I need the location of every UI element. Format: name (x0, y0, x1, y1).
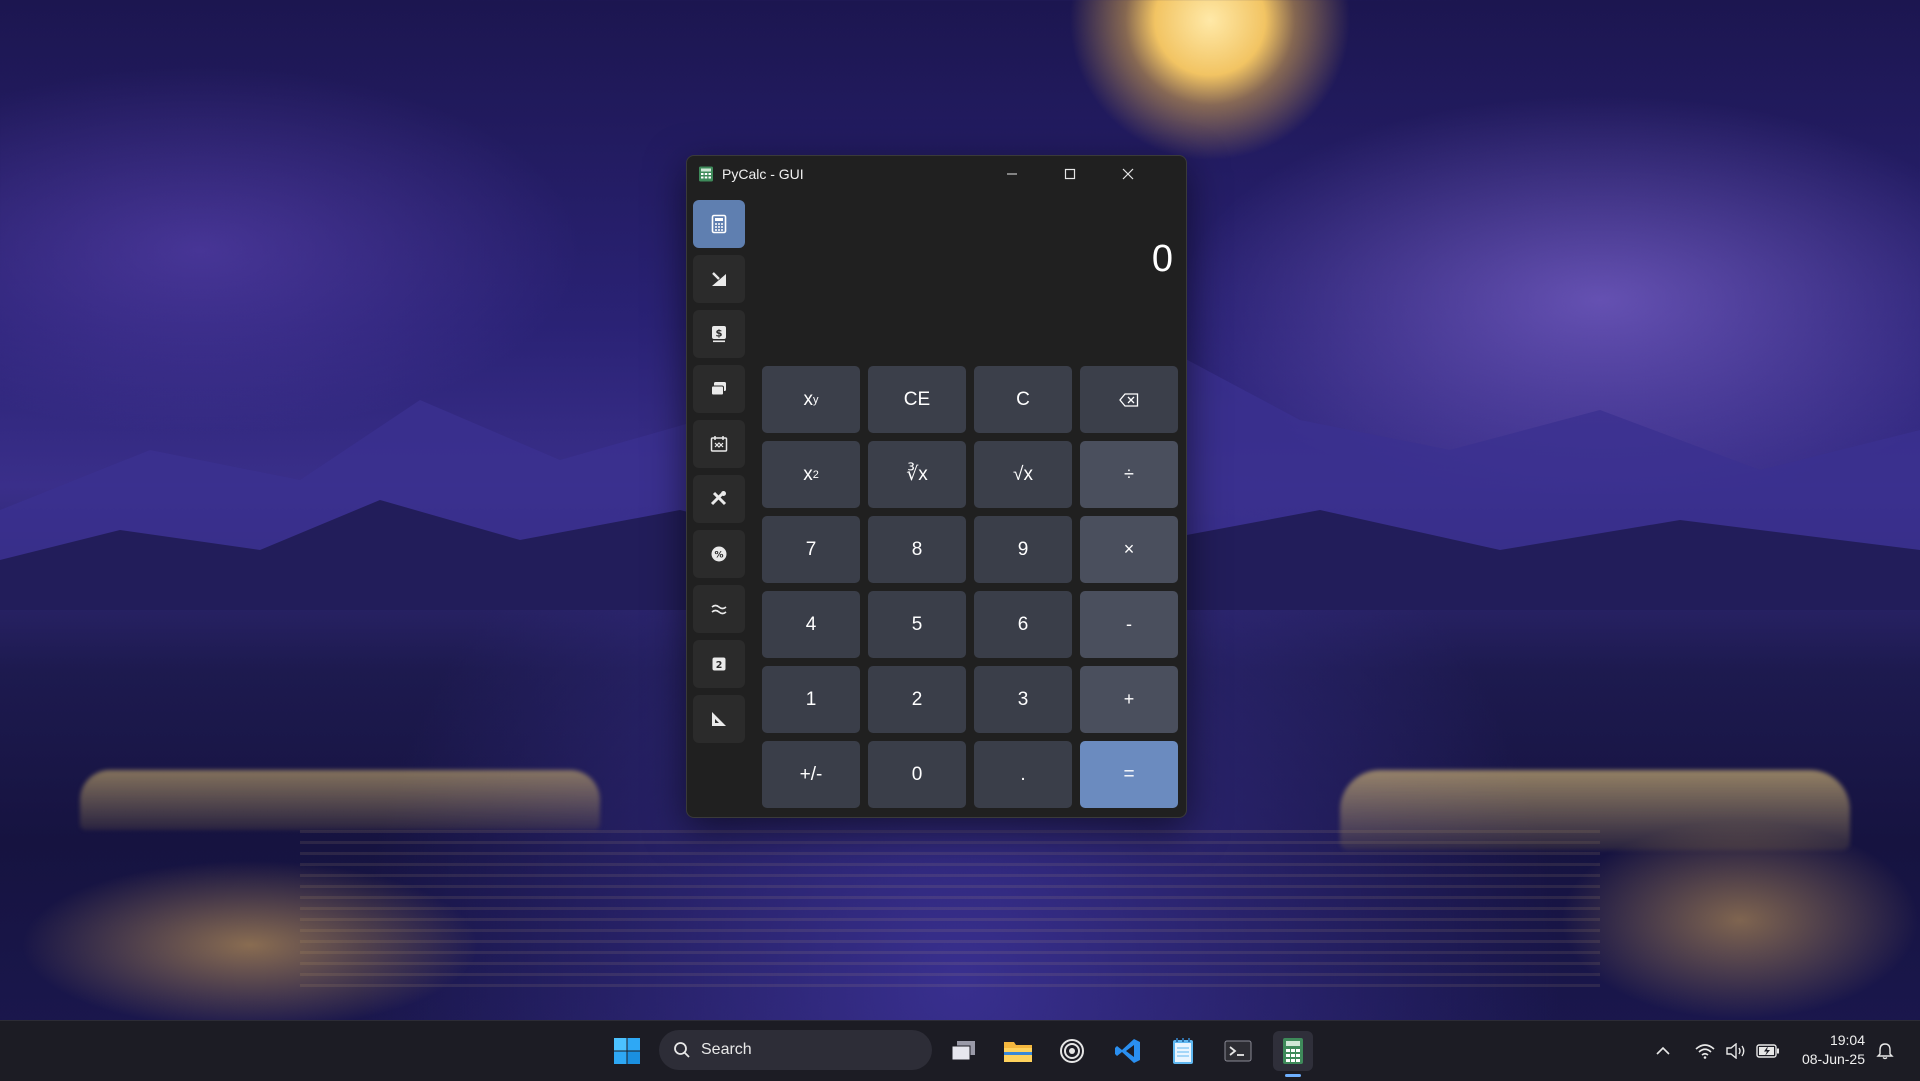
sidebar-item-tools[interactable] (693, 475, 745, 523)
power-button[interactable]: xy (762, 366, 860, 433)
calculator-icon (711, 214, 727, 234)
backspace-icon (1119, 392, 1139, 407)
copilot-button[interactable] (1052, 1031, 1092, 1071)
clock-time: 19:04 (1829, 1032, 1865, 1048)
sidebar-item-standard-calculator[interactable] (693, 200, 745, 248)
tray-overflow-button[interactable] (1655, 1021, 1671, 1081)
title-bar[interactable]: PyCalc - GUI (687, 156, 1186, 192)
pycalc-app-icon (699, 166, 713, 182)
taskbar-search[interactable]: Search (659, 1030, 932, 1070)
number-box-icon: 2 (712, 657, 726, 671)
dollar-icon: $ (712, 326, 726, 343)
task-view-button[interactable] (944, 1031, 984, 1071)
taskbar-clock[interactable]: 19:04 08-Jun-25 (1785, 1031, 1865, 1069)
percent-gear-icon: % (711, 546, 727, 562)
result-display: 0 (1151, 238, 1173, 280)
bell-icon (1876, 1043, 1894, 1060)
search-placeholder: Search (701, 1041, 752, 1058)
window-title: PyCalc - GUI (722, 166, 804, 182)
sidebar-item-geometry[interactable] (693, 695, 745, 743)
digit-2-button[interactable]: 2 (868, 666, 966, 733)
digit-5-button[interactable]: 5 (868, 591, 966, 658)
add-button[interactable]: + (1080, 666, 1178, 733)
file-explorer-button[interactable] (998, 1031, 1038, 1071)
battery-charging-icon (1756, 1044, 1779, 1058)
chevron-up-icon (1656, 1046, 1670, 1055)
tools-icon (710, 491, 727, 506)
wifi-icon (1695, 1044, 1715, 1059)
copilot-icon (1060, 1039, 1084, 1063)
vscode-button[interactable] (1108, 1031, 1148, 1071)
wallpaper-water (300, 830, 1600, 990)
digit-0-button[interactable]: 0 (868, 741, 966, 808)
start-button[interactable] (607, 1031, 647, 1071)
clear-button[interactable]: C (974, 366, 1072, 433)
close-button[interactable] (1099, 156, 1157, 192)
clear-entry-button[interactable]: CE (868, 366, 966, 433)
digit-6-button[interactable]: 6 (974, 591, 1072, 658)
decimal-button[interactable]: . (974, 741, 1072, 808)
divide-button[interactable]: ÷ (1080, 441, 1178, 508)
volume-icon (1726, 1043, 1745, 1059)
minimize-button[interactable] (983, 156, 1041, 192)
wallpaper-reeds-left (80, 770, 600, 830)
digit-3-button[interactable]: 3 (974, 666, 1072, 733)
digit-8-button[interactable]: 8 (868, 516, 966, 583)
approx-icon (711, 604, 727, 615)
triangle-ruler-icon (712, 712, 726, 726)
file-explorer-icon (1004, 1042, 1032, 1062)
sidebar-item-scientific[interactable] (693, 255, 745, 303)
maximize-button[interactable] (1041, 156, 1099, 192)
notifications-button[interactable] (1876, 1021, 1894, 1081)
notepad-icon (1173, 1038, 1193, 1064)
terminal-button[interactable] (1218, 1031, 1258, 1071)
square-button[interactable]: x2 (762, 441, 860, 508)
volume-button[interactable] (1726, 1021, 1748, 1081)
negate-button[interactable]: +/- (762, 741, 860, 808)
digit-9-button[interactable]: 9 (974, 516, 1072, 583)
terminal-icon (1224, 1040, 1252, 1062)
sidebar-item-currency[interactable]: $ (693, 310, 745, 358)
equals-button[interactable]: = (1080, 741, 1178, 808)
calendar-icon (710, 436, 728, 452)
clock-date: 08-Jun-25 (1801, 1051, 1865, 1067)
keypad: xy CE C x2 ∛x √x ÷ 7 8 9 × 4 5 6 - 1 2 3… (762, 366, 1178, 808)
wallpaper-flowers-right (1560, 820, 1920, 1020)
minimize-icon (1007, 173, 1017, 175)
sidebar-item-approximation[interactable] (693, 585, 745, 633)
network-button[interactable] (1695, 1021, 1715, 1081)
subtract-button[interactable]: - (1080, 591, 1178, 658)
pycalc-window: PyCalc - GUI $ % 2 0 x y CE C x 2 ∛x √x … (686, 155, 1187, 818)
digit-1-button[interactable]: 1 (762, 666, 860, 733)
pycalc-icon (1283, 1038, 1303, 1064)
svg-text:%: % (714, 551, 723, 561)
mode-sidebar: $ % 2 (693, 200, 747, 750)
svg-text:$: $ (716, 329, 723, 340)
task-view-icon (951, 1041, 975, 1061)
close-icon (1122, 168, 1134, 180)
sidebar-item-base[interactable]: 2 (693, 640, 745, 688)
backspace-button[interactable] (1080, 366, 1178, 433)
wallpaper-flowers-left (20, 860, 480, 1030)
battery-button[interactable] (1756, 1021, 1780, 1081)
sidebar-item-date[interactable] (693, 420, 745, 468)
pencil-ruler-icon (712, 272, 726, 286)
digit-4-button[interactable]: 4 (762, 591, 860, 658)
multiply-button[interactable]: × (1080, 516, 1178, 583)
taskbar: Search 19:04 08-Jun-25 (0, 1020, 1920, 1081)
sidebar-item-percentage[interactable]: % (693, 530, 745, 578)
sidebar-item-converter[interactable] (693, 365, 745, 413)
vscode-icon (1115, 1039, 1140, 1063)
pycalc-taskbar-button[interactable] (1273, 1031, 1313, 1077)
active-app-indicator (1285, 1074, 1301, 1077)
square-root-button[interactable]: √x (974, 441, 1072, 508)
start-icon (614, 1038, 640, 1064)
digit-7-button[interactable]: 7 (762, 516, 860, 583)
maximize-icon (1064, 168, 1076, 180)
notepad-button[interactable] (1163, 1031, 1203, 1071)
cube-root-button[interactable]: ∛x (868, 441, 966, 508)
stack-icon (711, 382, 726, 396)
search-icon (674, 1042, 690, 1058)
svg-text:2: 2 (716, 660, 723, 671)
